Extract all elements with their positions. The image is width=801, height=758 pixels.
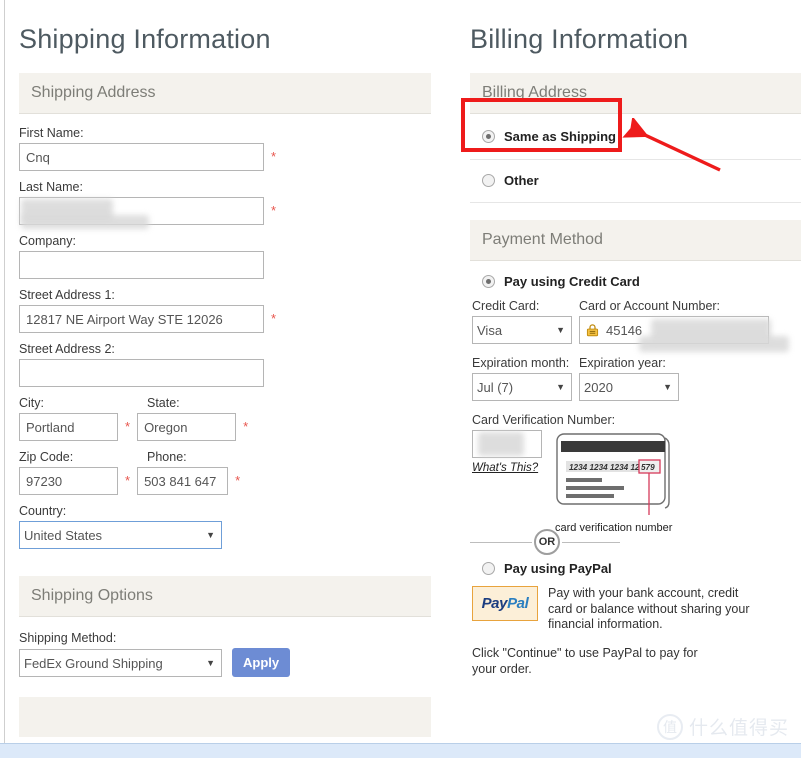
radio-pay-paypal-icon[interactable]	[482, 562, 495, 575]
card-verification-input[interactable]	[472, 430, 542, 458]
expiration-month-select-wrapper[interactable]: Jul (7) ▼	[472, 373, 572, 401]
shipping-method-label: Shipping Method:	[19, 631, 117, 645]
billing-other-option[interactable]: Other	[470, 173, 801, 188]
billing-information-title: Billing Information	[470, 24, 689, 54]
expiration-year-select[interactable]: 2020	[579, 373, 679, 401]
zip-code-input[interactable]	[19, 467, 118, 495]
expiration-year-select-wrapper[interactable]: 2020 ▼	[579, 373, 679, 401]
or-line-left	[470, 542, 532, 543]
page-left-border	[4, 0, 5, 744]
first-name-input[interactable]	[19, 143, 264, 171]
first-name-field-group: First Name: *	[19, 126, 431, 171]
card-cvn-digits-text: 579	[641, 463, 655, 472]
paypal-logo-pay: Pay	[481, 595, 508, 612]
radio-other-icon[interactable]	[482, 174, 495, 187]
shipping-column: Shipping Information Shipping Address Fi…	[19, 0, 431, 737]
watermark-text: 什么值得买	[688, 717, 789, 739]
or-line-right	[562, 542, 620, 543]
phone-label: Phone:	[147, 450, 187, 464]
city-label: City:	[19, 396, 44, 410]
last-name-field-group: Last Name: *	[19, 180, 431, 229]
card-illustration: 1234 1234 1234 1234 579 card verificatio…	[555, 433, 674, 534]
bottom-band	[0, 744, 801, 758]
state-label: State:	[147, 396, 180, 410]
or-divider: OR	[470, 529, 685, 555]
street-address-1-label: Street Address 1:	[19, 288, 115, 302]
or-badge: OR	[534, 529, 560, 555]
watermark: 值 什么值得买	[656, 713, 789, 740]
apply-button[interactable]: Apply	[232, 648, 291, 677]
street-address-1-required-marker: *	[271, 311, 277, 326]
other-label: Other	[504, 173, 539, 188]
same-as-shipping-label: Same as Shipping	[504, 129, 616, 144]
pay-paypal-option[interactable]: Pay using PayPal	[470, 561, 801, 576]
billing-column: Billing Information Billing Address Same…	[470, 0, 801, 677]
paypal-continue-note: Click "Continue" to use PayPal to pay fo…	[472, 645, 698, 676]
paypal-logo: Pay Pal	[472, 586, 538, 621]
shipping-method-select[interactable]: FedEx Ground Shipping	[19, 649, 222, 677]
next-section-header-partial	[19, 697, 431, 737]
phone-required-marker: *	[235, 473, 241, 488]
lock-icon	[586, 324, 599, 337]
last-name-label: Last Name:	[19, 180, 83, 194]
company-label: Company:	[19, 234, 76, 248]
zip-code-label: Zip Code:	[19, 450, 74, 464]
zip-phone-field-group: Zip Code: Phone: * *	[19, 450, 431, 495]
shipping-options-section-header: Shipping Options	[19, 576, 431, 617]
payment-method-section-header: Payment Method	[470, 220, 801, 261]
zip-code-required-marker: *	[125, 473, 131, 488]
country-label: Country:	[19, 504, 67, 518]
city-required-marker: *	[125, 419, 131, 434]
paypal-info-row: Pay Pal Pay with your bank account, credi…	[470, 586, 801, 633]
company-field-group: Company:	[19, 234, 431, 279]
shipping-method-field-group: Shipping Method: FedEx Ground Shipping ▼…	[19, 631, 431, 677]
expiration-month-select[interactable]: Jul (7)	[472, 373, 572, 401]
pay-paypal-label: Pay using PayPal	[504, 561, 612, 576]
street-address-1-field-group: Street Address 1: *	[19, 288, 431, 333]
pay-credit-card-option[interactable]: Pay using Credit Card	[470, 274, 801, 289]
first-name-required-marker: *	[271, 149, 277, 164]
expiration-month-label: Expiration month:	[472, 356, 570, 370]
card-digits-text: 1234 1234 1234 1234	[569, 463, 649, 472]
card-number-field-wrapper[interactable]	[579, 316, 789, 352]
shipping-information-title: Shipping Information	[19, 24, 271, 54]
phone-input[interactable]	[137, 467, 229, 495]
whats-this-link[interactable]: What's This?	[472, 462, 538, 474]
street-address-2-field-group: Street Address 2:	[19, 342, 431, 387]
expiration-year-label: Expiration year:	[579, 356, 666, 370]
last-name-required-marker: *	[271, 203, 277, 218]
state-required-marker: *	[243, 419, 249, 434]
credit-card-select[interactable]: Visa	[472, 316, 572, 344]
paypal-logo-pal: Pal	[507, 595, 529, 612]
pay-credit-card-label: Pay using Credit Card	[504, 274, 640, 289]
street-address-2-label: Street Address 2:	[19, 342, 115, 356]
city-input[interactable]	[19, 413, 118, 441]
paypal-description: Pay with your bank account, credit card …	[548, 586, 750, 631]
shipping-method-select-wrapper[interactable]: FedEx Ground Shipping ▼	[19, 649, 222, 677]
credit-card-label: Credit Card:	[472, 299, 540, 313]
state-input[interactable]	[137, 413, 237, 441]
company-input[interactable]	[19, 251, 264, 279]
street-address-2-input[interactable]	[19, 359, 264, 387]
city-state-field-group: City: State: * *	[19, 396, 431, 441]
billing-address-section-header: Billing Address	[470, 73, 801, 114]
country-select[interactable]: United States	[19, 521, 222, 549]
card-number-input[interactable]	[579, 316, 769, 344]
country-select-wrapper[interactable]: United States ▼	[19, 521, 222, 549]
checkout-page: Shipping Information Shipping Address Fi…	[0, 0, 801, 758]
card-number-label: Card or Account Number:	[579, 299, 721, 313]
credit-card-select-wrapper[interactable]: Visa ▼	[472, 316, 572, 344]
card-verification-label: Card Verification Number:	[472, 413, 616, 427]
billing-same-as-shipping-option[interactable]: Same as Shipping	[470, 129, 801, 144]
watermark-logo-icon: 值	[656, 713, 683, 740]
last-name-input[interactable]	[19, 197, 264, 225]
first-name-label: First Name:	[19, 126, 84, 140]
country-field-group: Country: United States ▼	[19, 504, 431, 549]
radio-same-as-shipping-icon[interactable]	[482, 130, 495, 143]
radio-pay-credit-card-icon[interactable]	[482, 275, 495, 288]
card-verification-group: Card Verification Number: What's This? 1…	[470, 413, 801, 534]
shipping-address-section-header: Shipping Address	[19, 73, 431, 114]
street-address-1-input[interactable]	[19, 305, 264, 333]
